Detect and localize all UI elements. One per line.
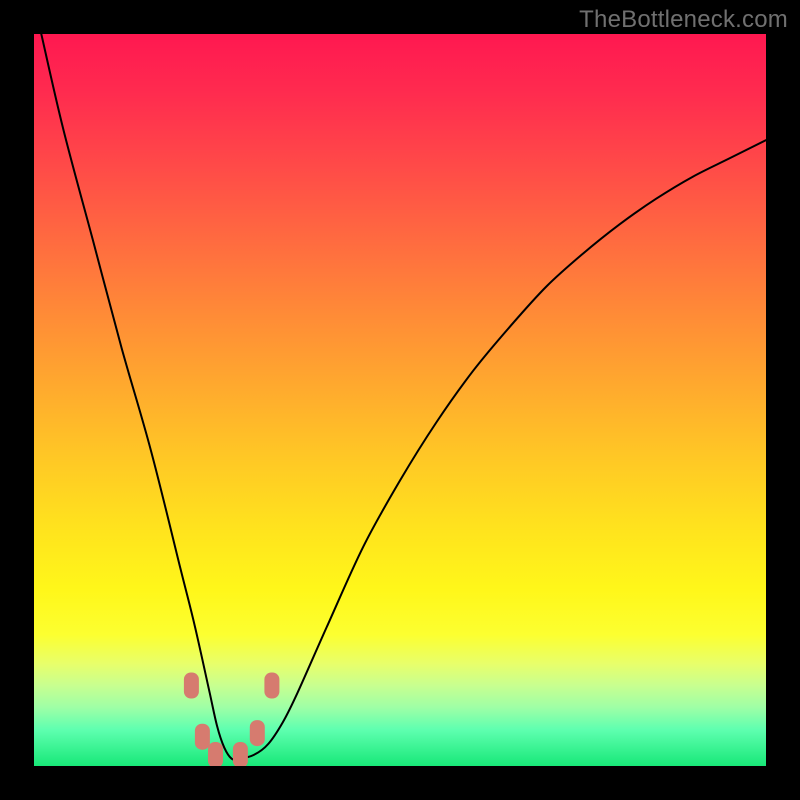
- chart-frame: TheBottleneck.com: [0, 0, 800, 800]
- curve-marker: [184, 673, 199, 699]
- curve-marker: [233, 742, 248, 766]
- curve-marker: [195, 724, 210, 750]
- watermark-text: TheBottleneck.com: [579, 6, 788, 34]
- plot-area: [34, 34, 766, 766]
- curve-marker: [264, 673, 279, 699]
- curve-markers: [184, 673, 280, 767]
- curve-marker: [250, 720, 265, 746]
- bottleneck-curve: [41, 34, 766, 760]
- chart-svg: [34, 34, 766, 766]
- curve-marker: [208, 742, 223, 766]
